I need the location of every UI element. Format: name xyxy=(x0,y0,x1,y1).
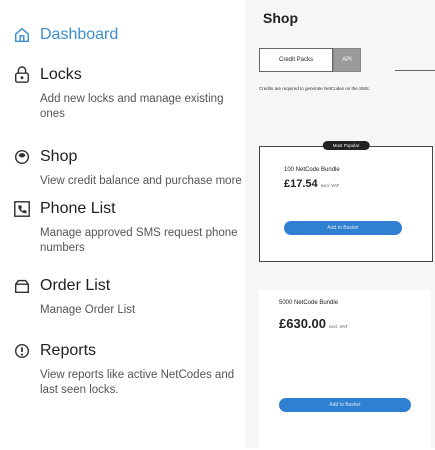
bundle-price: £630.00 excl. VAT xyxy=(279,316,348,331)
bundle-name: 100 NetCode Bundle xyxy=(284,167,340,173)
phone-list-icon xyxy=(12,199,32,219)
sidebar-item-phone-list[interactable]: Phone List Manage approved SMS request p… xyxy=(12,198,245,256)
bundle-card: 5000 NetCode Bundle £630.00 excl. VAT Add… xyxy=(259,290,431,450)
sidebar-item-description: Manage Order List xyxy=(40,304,136,316)
tab-divider xyxy=(395,70,435,71)
tab-api[interactable]: API xyxy=(333,48,361,72)
sidebar-item-description: View reports like active NetCodes and la… xyxy=(40,369,235,396)
bundle-price: £17.54 excl. VAT xyxy=(284,178,340,190)
sidebar-item-label: Locks xyxy=(40,66,82,83)
add-to-basket-button[interactable]: Add to Basket xyxy=(279,398,411,412)
bundle-card: Most Popular 100 NetCode Bundle £17.54 ex… xyxy=(259,141,433,262)
tab-bar: Credit Packs API xyxy=(259,48,361,72)
sidebar: Dashboard Locks Add new locks and manage… xyxy=(0,0,245,448)
add-to-basket-button[interactable]: Add to Basket xyxy=(284,221,402,235)
sidebar-item-label: Dashboard xyxy=(40,26,119,43)
sidebar-item-locks[interactable]: Locks Add new locks and manage existing … xyxy=(12,64,245,122)
sidebar-item-shop[interactable]: Shop View credit balance and purchase mo… xyxy=(12,146,245,189)
tab-credit-packs[interactable]: Credit Packs xyxy=(259,48,333,72)
credits-notice: Credits are required to generate NetCode… xyxy=(259,86,371,91)
lock-icon xyxy=(12,65,32,85)
sidebar-item-label: Reports xyxy=(40,342,97,359)
sidebar-item-description: Add new locks and manage existing ones xyxy=(40,93,224,120)
sidebar-item-reports[interactable]: Reports View reports like active NetCode… xyxy=(12,340,245,398)
sidebar-item-label: Shop xyxy=(40,148,78,165)
sidebar-item-label: Phone List xyxy=(40,200,116,217)
sidebar-item-order-list[interactable]: Order List Manage Order List xyxy=(12,275,245,318)
sidebar-item-description: View credit balance and purchase more xyxy=(40,175,242,187)
sidebar-item-dashboard[interactable]: Dashboard xyxy=(12,24,245,46)
sidebar-item-label: Order List xyxy=(40,277,111,294)
most-popular-badge: Most Popular xyxy=(322,141,370,150)
shop-panel: Shop Credit Packs API Credits are requir… xyxy=(245,0,435,450)
sidebar-item-description: Manage approved SMS request phone number… xyxy=(40,227,238,254)
page-title: Shop xyxy=(263,10,298,26)
shop-icon xyxy=(12,147,32,167)
home-icon xyxy=(12,25,32,45)
bundle-name: 5000 NetCode Bundle xyxy=(279,300,339,306)
order-list-icon xyxy=(12,276,32,296)
reports-icon xyxy=(12,341,32,361)
